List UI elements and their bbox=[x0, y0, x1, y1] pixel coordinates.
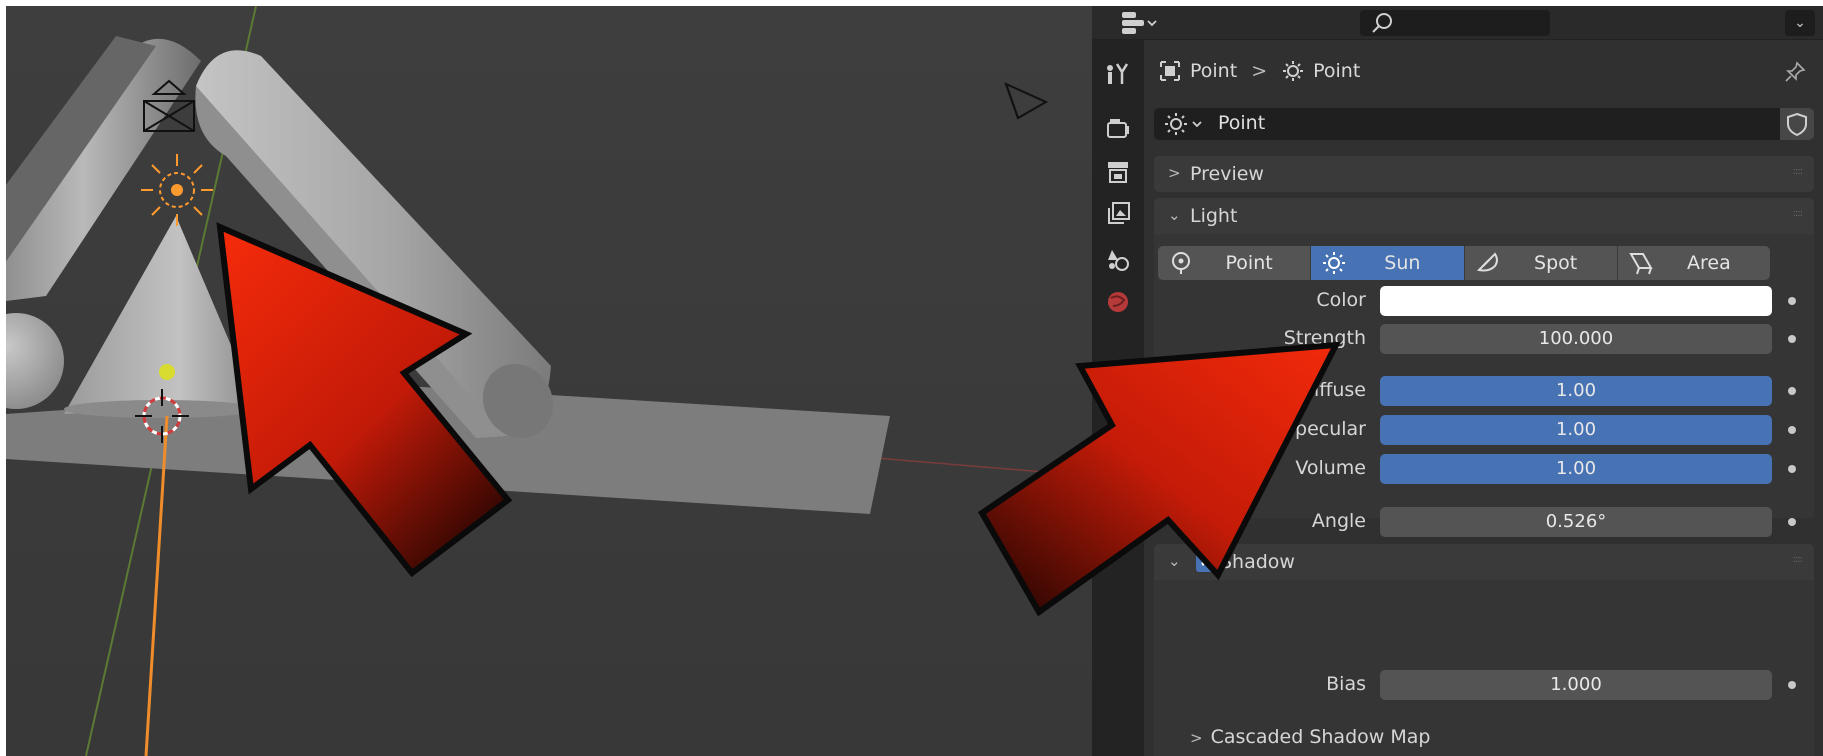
light-datablock-selector[interactable]: Point bbox=[1154, 108, 1814, 140]
specular-label: Specular bbox=[1282, 418, 1366, 440]
bias-row: Bias 1.000 bbox=[1154, 670, 1814, 700]
shadow-panel-header[interactable]: ⌄ ✓ Shadow :::: bbox=[1154, 544, 1814, 580]
world-tab-icon[interactable] bbox=[1104, 288, 1132, 316]
bias-field[interactable]: 1.000 bbox=[1380, 670, 1772, 700]
properties-editor-icon bbox=[1122, 12, 1157, 34]
properties-editor: ⌄ Point > Point Point > Preview:::: ⌄ L… bbox=[1092, 6, 1823, 756]
view-layer-tab-icon[interactable] bbox=[1104, 200, 1132, 228]
angle-field[interactable]: 0.526° bbox=[1380, 507, 1772, 537]
light-type-area-button[interactable]: Area bbox=[1617, 246, 1770, 280]
scene-tab-icon[interactable] bbox=[1104, 246, 1132, 274]
light-type-point-label: Point bbox=[1225, 252, 1273, 274]
3d-viewport[interactable] bbox=[6, 6, 1092, 756]
angle-label: Angle bbox=[1311, 510, 1366, 532]
keyframe-dot-icon[interactable] bbox=[1788, 426, 1796, 434]
chevron-right-icon: > bbox=[1190, 729, 1203, 747]
breadcrumb: Point > Point bbox=[1158, 56, 1360, 86]
cone-mesh bbox=[64, 216, 256, 414]
strength-row: Strength 100.000 bbox=[1154, 324, 1814, 354]
properties-header: ⌄ bbox=[1092, 6, 1823, 40]
drag-grip-icon[interactable]: :::: bbox=[1793, 166, 1804, 177]
viewport-scene bbox=[6, 6, 1092, 756]
diffuse-slider[interactable]: 1.00 bbox=[1380, 376, 1772, 406]
drag-grip-icon[interactable]: :::: bbox=[1793, 208, 1804, 219]
chevron-down-icon: ⌄ bbox=[1168, 206, 1181, 224]
x-axis-line bbox=[875, 457, 1092, 477]
preview-panel-label: Preview bbox=[1190, 163, 1264, 185]
shadow-checkbox[interactable]: ✓ bbox=[1196, 553, 1215, 572]
keyframe-dot-icon[interactable] bbox=[1788, 518, 1796, 526]
object-icon bbox=[1160, 61, 1180, 81]
search-icon bbox=[1372, 13, 1392, 33]
light-type-selector: Point Sun Spot Area bbox=[1158, 246, 1770, 280]
light-type-sun-label: Sun bbox=[1384, 252, 1421, 274]
chevron-down-icon[interactable]: ⌄ bbox=[1785, 10, 1815, 36]
light-type-spot-label: Spot bbox=[1534, 252, 1578, 274]
color-swatch[interactable] bbox=[1380, 286, 1772, 316]
drag-grip-icon[interactable]: :::: bbox=[1793, 554, 1804, 565]
chevron-down-icon: ⌄ bbox=[1168, 552, 1181, 570]
light-type-spot-button[interactable]: Spot bbox=[1464, 246, 1618, 280]
light-panel-label: Light bbox=[1190, 205, 1238, 227]
diffuse-row: Diffuse 1.00 bbox=[1154, 376, 1814, 406]
shadow-panel-label: Shadow bbox=[1220, 551, 1295, 573]
properties-tabs bbox=[1092, 40, 1144, 756]
volume-label: Volume bbox=[1295, 457, 1366, 479]
cascaded-shadow-map-label: Cascaded Shadow Map bbox=[1210, 726, 1431, 748]
color-label: Color bbox=[1316, 289, 1366, 311]
pin-icon[interactable] bbox=[1783, 60, 1807, 84]
color-row: Color bbox=[1154, 286, 1814, 316]
keyframe-dot-icon[interactable] bbox=[1788, 465, 1796, 473]
keyframe-dot-icon[interactable] bbox=[1788, 681, 1796, 689]
light-data-icon bbox=[1283, 61, 1304, 81]
light-panel-header[interactable]: ⌄ Light :::: bbox=[1154, 198, 1814, 234]
fake-user-button[interactable] bbox=[1780, 108, 1814, 140]
specular-row: Specular 1.00 bbox=[1154, 415, 1814, 445]
volume-slider[interactable]: 1.00 bbox=[1380, 454, 1772, 484]
keyframe-dot-icon[interactable] bbox=[1788, 387, 1796, 395]
bias-label: Bias bbox=[1326, 673, 1366, 695]
keyframe-dot-icon[interactable] bbox=[1788, 335, 1796, 343]
search-field[interactable] bbox=[1360, 10, 1550, 36]
preview-panel-header[interactable]: > Preview :::: bbox=[1154, 156, 1814, 192]
specular-slider[interactable]: 1.00 bbox=[1380, 415, 1772, 445]
render-tab-icon[interactable] bbox=[1104, 114, 1132, 142]
texture-tab-icon[interactable] bbox=[1104, 524, 1132, 552]
strength-label: Strength bbox=[1283, 327, 1366, 349]
sphere-mesh bbox=[6, 313, 64, 409]
light-type-area-label: Area bbox=[1687, 252, 1731, 274]
properties-main: Point > Point Point > Preview:::: ⌄ Lig… bbox=[1144, 40, 1823, 756]
light-target-handle[interactable] bbox=[159, 364, 175, 380]
breadcrumb-data-name: Point bbox=[1313, 60, 1361, 82]
tool-tab-icon[interactable] bbox=[1104, 60, 1132, 88]
volume-row: Volume 1.00 bbox=[1154, 454, 1814, 484]
breadcrumb-separator: > bbox=[1251, 60, 1268, 82]
output-tab-icon[interactable] bbox=[1104, 158, 1132, 186]
diffuse-label: Diffuse bbox=[1299, 379, 1366, 401]
editor-type-button[interactable] bbox=[1120, 10, 1160, 36]
light-type-sun-button[interactable]: Sun bbox=[1311, 246, 1465, 280]
datablock-name[interactable]: Point bbox=[1218, 112, 1265, 134]
breadcrumb-object-name: Point bbox=[1190, 60, 1238, 82]
light-type-point-button[interactable]: Point bbox=[1158, 246, 1312, 280]
sun-light-gizmo-icon[interactable] bbox=[141, 154, 213, 226]
strength-field[interactable]: 100.000 bbox=[1380, 324, 1772, 354]
chevron-right-icon: > bbox=[1168, 164, 1181, 182]
cascaded-shadow-map-subpanel[interactable]: > Cascaded Shadow Map bbox=[1190, 726, 1430, 748]
keyframe-dot-icon[interactable] bbox=[1788, 297, 1796, 305]
light-type-dropdown-icon[interactable] bbox=[1162, 111, 1208, 137]
shield-icon bbox=[1787, 112, 1807, 137]
angle-row: Angle 0.526° bbox=[1154, 507, 1814, 537]
